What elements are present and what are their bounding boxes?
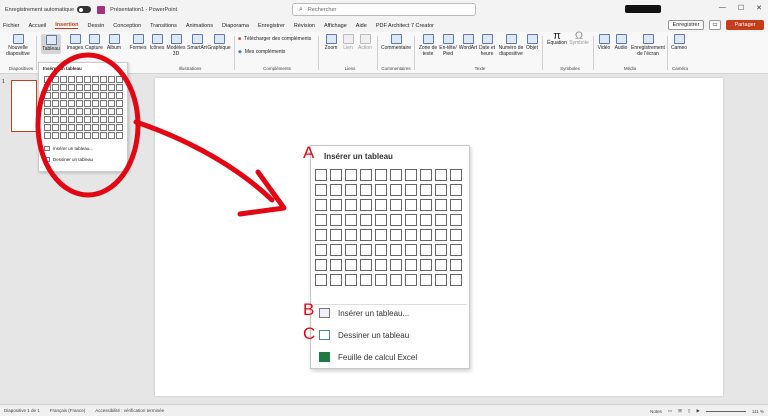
language-status[interactable]: Français (France) <box>50 408 86 413</box>
accessibility-status[interactable]: Accessibilité : vérification terminée <box>95 408 164 413</box>
red-circle <box>35 52 141 198</box>
status-right: Notes ▭ ⊞ ▯ ▶ 111 % <box>650 408 764 414</box>
zoom-level[interactable]: 111 % <box>752 409 764 414</box>
red-arrow-line <box>133 119 275 203</box>
slide-counter: Diapositive 1 de 1 <box>4 408 40 413</box>
sorter-view-icon[interactable]: ⊞ <box>678 408 682 414</box>
reading-view-icon[interactable]: ▯ <box>688 408 690 414</box>
zoom-slider[interactable] <box>705 410 746 412</box>
annotation-overlay <box>35 52 287 217</box>
slideshow-icon[interactable]: ▶ <box>696 408 699 414</box>
notes-button[interactable]: Notes <box>650 409 662 414</box>
status-bar: Diapositive 1 de 1 Français (France) Acc… <box>0 404 768 416</box>
normal-view-icon[interactable]: ▭ <box>668 408 672 414</box>
